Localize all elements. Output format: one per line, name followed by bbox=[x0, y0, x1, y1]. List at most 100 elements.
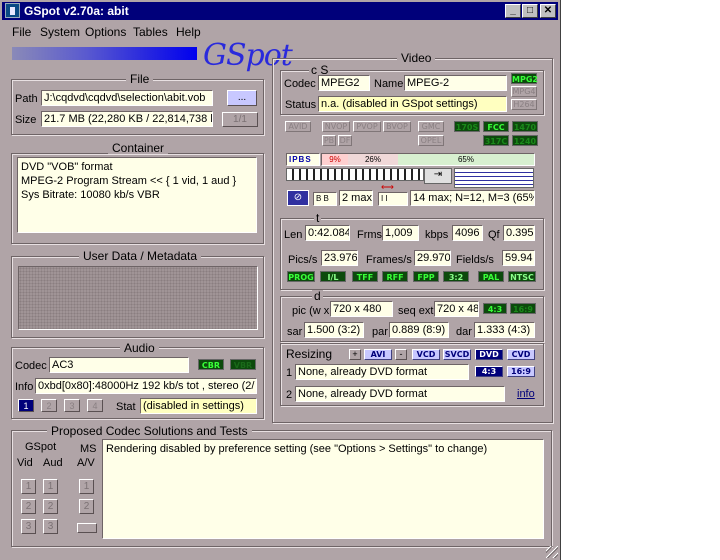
menu-options[interactable]: Options bbox=[85, 25, 126, 39]
video-status-label: Status bbox=[285, 99, 317, 111]
minimize-button[interactable]: _ bbox=[505, 4, 521, 18]
video-status-field: n.a. (disabled in GSpot settings) bbox=[318, 96, 507, 112]
rff-led: RFF bbox=[382, 271, 408, 282]
h264-led: H264 bbox=[511, 99, 537, 110]
gspot-window: GSpot v2.70a: abit _ □ ✕ File System Opt… bbox=[0, 0, 561, 560]
vid-test-2[interactable]: 2 bbox=[21, 499, 36, 514]
opel-flag: OPEL bbox=[418, 135, 444, 146]
audio-cbr-led: CBR bbox=[198, 359, 224, 370]
nvop-flag: NVOP bbox=[322, 121, 350, 132]
dar-field: 1.333 (4:3) bbox=[474, 322, 535, 338]
audio-stream-4[interactable]: 4 bbox=[87, 399, 103, 412]
resize-ar-169-button[interactable]: 16:9 bbox=[507, 366, 535, 377]
audio-stream-2[interactable]: 2 bbox=[41, 399, 57, 412]
fields-field: 59.94 bbox=[502, 250, 535, 266]
aud-test-1[interactable]: 1 bbox=[43, 479, 58, 494]
resize-2-field: None, already DVD format bbox=[295, 386, 505, 402]
resize-avi-button[interactable]: AVI bbox=[364, 349, 392, 360]
vid-label: Vid bbox=[17, 457, 33, 469]
resize-1-field: None, already DVD format bbox=[295, 364, 469, 380]
vid-test-3[interactable]: 3 bbox=[21, 519, 36, 534]
audio-vbr-led: VBR bbox=[230, 359, 256, 370]
aud-test-2[interactable]: 2 bbox=[43, 499, 58, 514]
file-group-title: File bbox=[126, 73, 154, 85]
userdata-group-title: User Data / Metadata bbox=[79, 250, 202, 262]
resize-dvd-button[interactable]: DVD bbox=[475, 349, 503, 360]
codec-results-text: Rendering disabled by preference setting… bbox=[102, 439, 544, 539]
frame-sequence-strip bbox=[286, 168, 424, 181]
b-max-field: 2 max bbox=[339, 190, 373, 206]
seqext-field: 720 x 48 bbox=[434, 301, 479, 317]
gop-detail-icon[interactable]: ⊘ bbox=[287, 190, 309, 206]
sequence-arrow-icon: ⇥ bbox=[424, 168, 452, 184]
audio-group-title: Audio bbox=[120, 342, 159, 354]
frms-label: Frms bbox=[357, 229, 383, 241]
sar-field: 1.500 (3:2) bbox=[304, 322, 364, 338]
close-button[interactable]: ✕ bbox=[540, 4, 556, 18]
maximize-button[interactable]: □ bbox=[522, 4, 538, 18]
kbps-field: 4096 bbox=[452, 225, 483, 241]
resize-1-label: 1 bbox=[286, 367, 293, 379]
codec-solutions-title: Proposed Codec Solutions and Tests bbox=[47, 425, 252, 437]
resize-cvd-button[interactable]: CVD bbox=[507, 349, 535, 360]
ms-blank-button[interactable] bbox=[77, 523, 97, 533]
resize-plus-button[interactable]: + bbox=[349, 349, 361, 360]
aud-test-3[interactable]: 3 bbox=[43, 519, 58, 534]
container-info: DVD "VOB" format MPEG-2 Program Stream <… bbox=[17, 157, 257, 233]
vid-test-1[interactable]: 1 bbox=[21, 479, 36, 494]
browse-button[interactable]: ... bbox=[227, 90, 257, 106]
window-title: GSpot v2.70a: abit bbox=[24, 4, 129, 18]
df-flag: DF bbox=[338, 135, 352, 146]
resize-grip-icon[interactable] bbox=[546, 546, 558, 558]
fpp-led: FPP bbox=[413, 271, 439, 282]
path-label: Path bbox=[15, 93, 38, 105]
p-frame-pct: 26% bbox=[348, 154, 398, 165]
qf-label: Qf bbox=[488, 229, 500, 241]
resize-2-label: 2 bbox=[286, 389, 293, 401]
audio-codec-field: AC3 bbox=[49, 357, 189, 373]
menu-tables[interactable]: Tables bbox=[133, 25, 168, 39]
userdata-area bbox=[18, 266, 258, 330]
seqext-label: seq ext bbox=[398, 305, 434, 317]
mpg2-led: MPG2 bbox=[511, 73, 538, 84]
audio-stream-1[interactable]: 1 bbox=[18, 399, 34, 412]
gop-field: 14 max; N=12, M=3 (65% bbox=[410, 190, 535, 206]
ms-test-1[interactable]: 1 bbox=[79, 479, 94, 494]
il-led: I/L bbox=[320, 271, 346, 282]
menu-file[interactable]: File bbox=[12, 25, 31, 39]
av-label: A/V bbox=[77, 457, 95, 469]
audio-info-label: Info bbox=[15, 381, 34, 393]
prog-led: PROG bbox=[287, 271, 315, 282]
sar-label: sar bbox=[287, 326, 303, 338]
pal-led: PAL bbox=[478, 271, 504, 282]
fields-label: Fields/s bbox=[456, 254, 494, 266]
resizing-label: Resizing bbox=[286, 347, 333, 361]
progress-strip bbox=[12, 47, 197, 60]
1470-flag: 1470 bbox=[512, 121, 538, 132]
resize-svcd-button[interactable]: SVCD bbox=[443, 349, 471, 360]
dar-label: dar bbox=[456, 326, 472, 338]
frame-distribution-bar: 9% 26% 65% bbox=[321, 153, 535, 166]
kbps-label: kbps bbox=[425, 229, 449, 241]
part-indicator: 1/1 bbox=[222, 112, 258, 127]
resize-ar-43-button[interactable]: 4:3 bbox=[475, 366, 503, 377]
menu-help[interactable]: Help bbox=[176, 25, 201, 39]
pvop-flag: PVOP bbox=[353, 121, 381, 132]
size-field: 21.7 MB (22,280 KB / 22,814,738 b bbox=[41, 111, 213, 127]
resize-minus-button[interactable]: - bbox=[395, 349, 407, 360]
resize-vcd-button[interactable]: VCD bbox=[412, 349, 440, 360]
audio-info-field: 0xbd[0x80]:48000Hz 192 kb/s tot , stereo… bbox=[35, 378, 257, 394]
container-line: MPEG-2 Program Stream << { 1 vid, 1 aud … bbox=[21, 175, 237, 187]
ms-test-2[interactable]: 2 bbox=[79, 499, 94, 514]
path-field[interactable]: J:\cqdvd\cqdvd\selection\abit.vob bbox=[41, 90, 213, 106]
audio-stream-3[interactable]: 3 bbox=[64, 399, 80, 412]
aud-label: Aud bbox=[43, 457, 63, 469]
par-field: 0.889 (8:9) bbox=[389, 322, 449, 338]
info-link[interactable]: info bbox=[517, 388, 535, 400]
audio-stat-label: Stat bbox=[116, 401, 136, 413]
1240-flag: 1240 bbox=[512, 135, 538, 146]
audio-codec-label: Codec bbox=[15, 360, 47, 372]
title-bar[interactable]: GSpot v2.70a: abit _ □ ✕ bbox=[2, 2, 558, 20]
menu-system[interactable]: System bbox=[40, 25, 80, 39]
size-label: Size bbox=[15, 114, 37, 126]
